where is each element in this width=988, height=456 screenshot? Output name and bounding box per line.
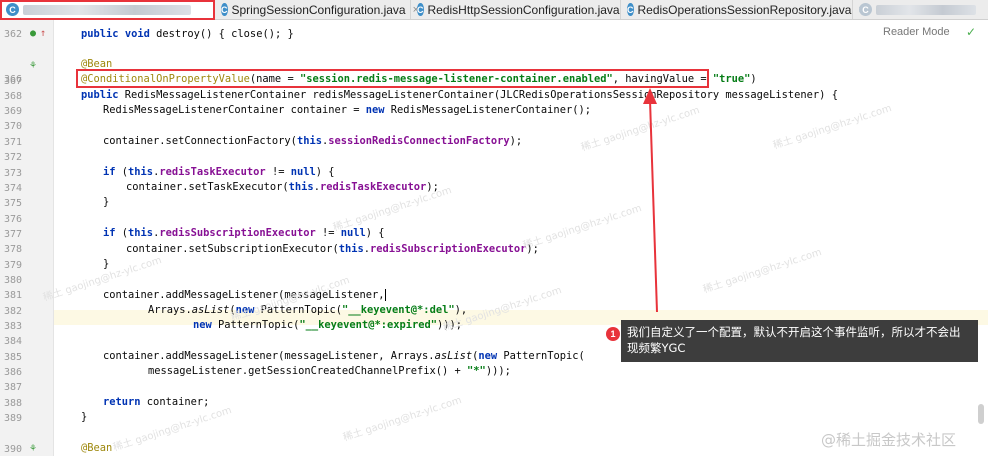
spring-bean-icon[interactable]: ⚘ (30, 443, 36, 455)
line-number: 376 (4, 214, 23, 225)
java-class-icon: C (627, 3, 634, 16)
line-number: 373 (4, 168, 23, 179)
line-number: 377 (4, 229, 23, 240)
code-line-389: } (81, 411, 88, 423)
line-number: 362 (4, 29, 23, 40)
editor-tab-bar: C C SpringSessionConfiguration.java × C … (0, 0, 988, 20)
reader-mode-button[interactable]: Reader Mode (883, 26, 950, 38)
code-line-374: container.setTaskExecutor(this.redisTask… (126, 181, 439, 193)
code-line-362: public void destroy() { close(); } (81, 28, 294, 40)
code-line-373: if (this.redisTaskExecutor != null) { (103, 166, 335, 178)
code-line-375: } (103, 196, 110, 208)
code-line-382: Arrays.asList(new PatternTopic("__keyeve… (148, 304, 468, 316)
line-number: 379 (4, 260, 23, 271)
tab-blurred-overflow[interactable]: C (853, 0, 988, 19)
line-number: 382 (4, 306, 23, 317)
override-gutter-icon[interactable]: ● (30, 28, 36, 40)
line-number: 381 (4, 290, 23, 301)
tab-spring-session-configuration[interactable]: C SpringSessionConfiguration.java × (215, 0, 419, 19)
code-line-371: container.setConnectionFactory(this.sess… (103, 135, 523, 147)
scrollbar-thumb[interactable] (978, 404, 984, 424)
code-line-381: container.addMessageListener(messageList… (103, 289, 386, 301)
tab-label: SpringSessionConfiguration.java (231, 2, 406, 17)
code-line-388: return container; (103, 396, 210, 408)
code-line-385: container.addMessageListener(messageList… (103, 350, 585, 362)
line-number: 372 (4, 152, 23, 163)
code-line-390: @Bean (81, 442, 113, 454)
tab-label: RedisOperationsSessionRepository.java (637, 2, 852, 17)
line-number: 386 (4, 367, 23, 378)
blurred-tab-label (23, 4, 191, 15)
annotation-badge: 1 (606, 327, 620, 341)
code-line-368: public RedisMessageListenerContainer red… (81, 89, 838, 101)
java-class-icon: C (6, 3, 19, 16)
brand-watermark: @稀土掘金技术社区 (821, 431, 957, 449)
tab-redis-http-session-configuration[interactable]: C RedisHttpSessionConfiguration.java × (411, 0, 633, 19)
line-number: 375 (4, 198, 23, 209)
java-class-icon: C (859, 3, 872, 16)
line-number-gutter: 362 ● ↑ 366 ⚘ 367 368 369 370 371 372 37… (0, 20, 54, 456)
code-line-378: container.setSubscriptionExecutor(this.r… (126, 243, 539, 255)
line-number: 384 (4, 336, 23, 347)
line-number: 380 (4, 275, 23, 286)
tab-label: RedisHttpSessionConfiguration.java (427, 2, 620, 17)
line-number: 370 (4, 121, 23, 132)
java-class-icon: C (221, 3, 228, 16)
text-caret (384, 289, 386, 301)
inspection-ok-icon[interactable]: ✓ (966, 25, 976, 39)
line-number: 388 (4, 398, 23, 409)
line-number: 371 (4, 137, 23, 148)
line-number: 369 (4, 106, 23, 117)
line-number: 383 (4, 321, 23, 332)
line-number: 374 (4, 183, 23, 194)
line-number: 367 (4, 76, 23, 87)
code-line-369: RedisMessageListenerContainer container … (103, 104, 591, 116)
line-number: 378 (4, 244, 23, 255)
annotation-highlight-box (76, 69, 709, 88)
spring-bean-icon[interactable]: ⚘ (30, 60, 36, 72)
line-number: 385 (4, 352, 23, 363)
code-line-386: messageListener.getSessionCreatedChannel… (148, 365, 511, 377)
annotation-callout: 我们自定义了一个配置，默认不开启这个事件监听，所以才不会出现频繁YGC (621, 320, 978, 362)
line-number: 387 (4, 382, 23, 393)
line-number: 389 (4, 413, 23, 424)
line-number: 390 (4, 444, 23, 455)
tab-blurred-file[interactable]: C (0, 0, 215, 19)
implements-gutter-icon[interactable]: ↑ (40, 28, 46, 40)
java-class-icon: C (417, 3, 424, 16)
line-number: 368 (4, 91, 23, 102)
blurred-tab-label (876, 4, 976, 15)
tab-redis-operations-session-repository[interactable]: C RedisOperationsSessionRepository.java … (621, 0, 865, 19)
